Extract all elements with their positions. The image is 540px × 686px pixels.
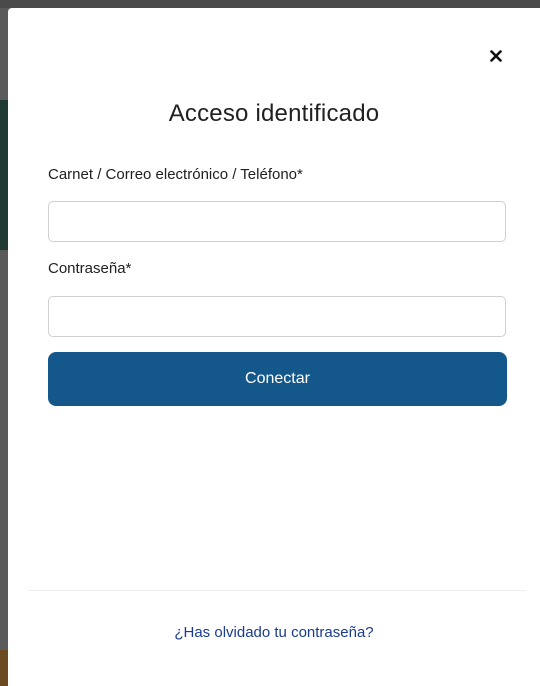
user-input[interactable] [48, 201, 506, 242]
connect-button[interactable]: Conectar [48, 352, 507, 406]
backdrop [0, 0, 540, 8]
backdrop-edge [0, 650, 8, 686]
close-icon [490, 50, 502, 62]
backdrop-edge [0, 100, 8, 250]
user-field-label: Carnet / Correo electrónico / Teléfono* [48, 166, 303, 183]
login-modal: Acceso identificado Carnet / Correo elec… [8, 8, 540, 686]
modal-title: Acceso identificado [168, 100, 380, 127]
password-field-label: Contraseña* [48, 260, 132, 277]
forgot-password-link[interactable]: ¿Has olvidado tu contraseña? [8, 624, 540, 641]
divider [28, 590, 526, 591]
password-input[interactable] [48, 296, 506, 337]
close-button[interactable] [486, 46, 506, 66]
